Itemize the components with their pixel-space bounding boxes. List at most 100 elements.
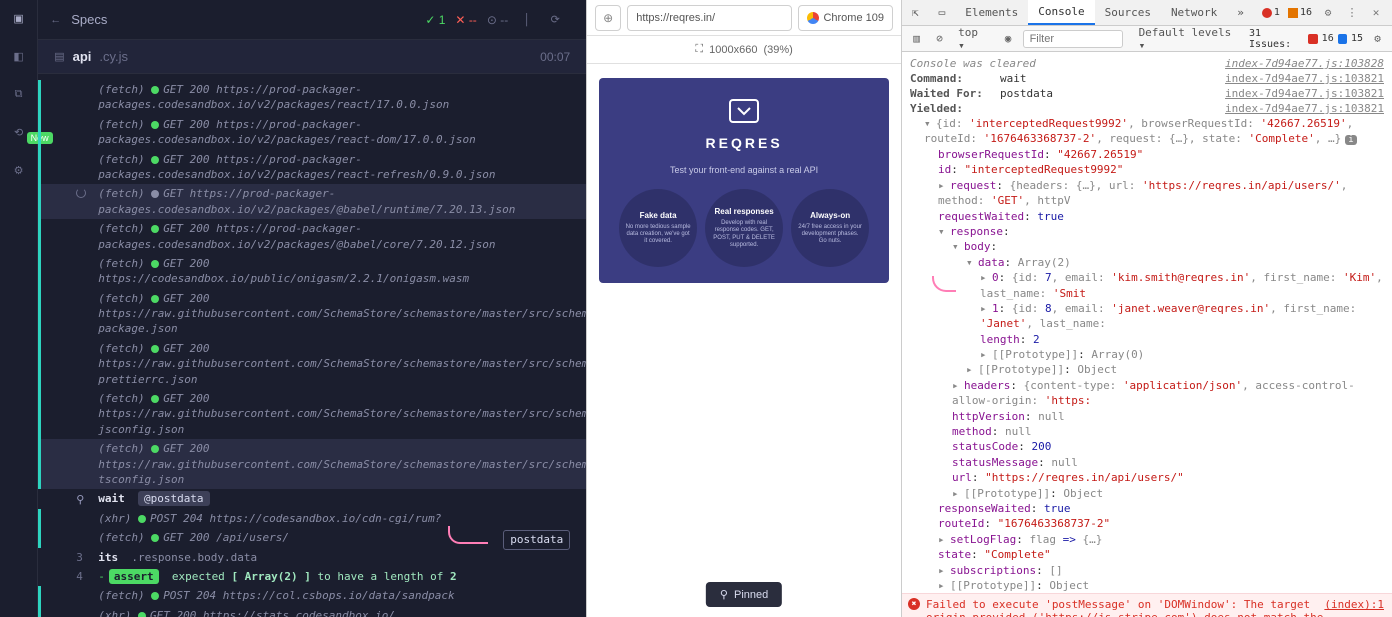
object-prop[interactable]: url: "https://reqres.in/api/users/" xyxy=(902,470,1392,485)
selector-playground-icon[interactable]: ⊕ xyxy=(595,5,621,31)
sidebar-toggle-icon[interactable]: ▥ xyxy=(908,32,925,45)
object-prop[interactable]: ▸[[Prototype]]: Object xyxy=(902,362,1392,377)
pin-icon: ⚲ xyxy=(720,588,728,601)
object-prop[interactable]: statusCode: 200 xyxy=(902,439,1392,454)
array-item[interactable]: ▸1: {id: 8, email: 'janet.weaver@reqres.… xyxy=(902,301,1392,332)
log-line[interactable]: (fetch) GET 200 https://raw.githubuserco… xyxy=(38,339,586,389)
browser-chip[interactable]: Chrome 109 xyxy=(798,5,893,31)
log-line[interactable]: (fetch) GET 200 https://prod-packager-pa… xyxy=(38,115,586,150)
clear-console-icon[interactable]: ⊘ xyxy=(931,32,948,45)
back-icon[interactable]: ← xyxy=(50,14,61,26)
tab-network[interactable]: Network xyxy=(1161,0,1227,25)
log-line[interactable]: (fetch) GET 200 https://raw.githubuserco… xyxy=(38,439,586,489)
object-prop[interactable]: ▸headers: {content-type: 'application/js… xyxy=(902,378,1392,409)
log-line[interactable]: (fetch) GET 200 https://prod-packager-pa… xyxy=(38,150,586,185)
log-line[interactable]: (fetch) GET 200 /api/users/ postdata xyxy=(38,528,586,547)
activity-settings-icon[interactable]: ⚙ xyxy=(9,160,29,180)
object-prop[interactable]: httpVersion: null xyxy=(902,409,1392,424)
viewport-scale: (39%) xyxy=(763,44,792,56)
object-prop[interactable]: responseWaited: true xyxy=(902,501,1392,516)
log-line[interactable]: (xhr) POST 204 https://codesandbox.io/cd… xyxy=(38,509,586,528)
levels-select[interactable]: Default levels ▾ xyxy=(1135,26,1243,52)
tab-console[interactable]: Console xyxy=(1028,0,1094,25)
log-line[interactable]: (xhr) GET 200 https://stats.codesandbox.… xyxy=(38,606,586,617)
object-prop[interactable]: id: "interceptedRequest9992" xyxy=(902,162,1392,177)
file-ext: .cy.js xyxy=(99,49,128,64)
source-link[interactable]: index-7d94ae77.js:103821 xyxy=(1225,102,1384,115)
filter-input[interactable] xyxy=(1023,30,1123,48)
object-prop[interactable]: browserRequestId: "42667.26519" xyxy=(902,147,1392,162)
object-prop[interactable]: length: 2 xyxy=(902,332,1392,347)
runner-header: ← Specs ✓ 1 ✕ -- ⊙ -- │ ⟳ xyxy=(38,0,586,40)
hero-circle: Fake dataNo more tedious sample data cre… xyxy=(619,189,697,267)
device-icon[interactable]: ▭ xyxy=(929,0,956,25)
console-line: Command:waitindex-7d94ae77.js:103821 xyxy=(902,71,1392,86)
warn-badge[interactable]: 16 xyxy=(1288,7,1312,18)
wait-command[interactable]: ⚲wait @postdata xyxy=(38,489,586,508)
url-input[interactable]: https://reqres.in/ xyxy=(627,5,792,31)
object-prop[interactable]: ▾body: xyxy=(902,239,1392,254)
log-line[interactable]: (fetch) GET 200 https://codesandbox.io/p… xyxy=(38,254,586,289)
file-name: api xyxy=(73,49,92,64)
activity-runs-icon[interactable]: ⧉ xyxy=(9,84,29,104)
array-item[interactable]: ▸0: {id: 7, email: 'kim.smith@reqres.in'… xyxy=(902,270,1392,301)
log-line[interactable]: (fetch) GET 200 https://raw.githubuserco… xyxy=(38,389,586,439)
object-prop[interactable]: ▸[[Prototype]]: Array(0) xyxy=(902,347,1392,362)
object-prop[interactable]: ▸[[Prototype]]: Object xyxy=(902,578,1392,593)
activity-logo-icon[interactable]: ▣ xyxy=(9,8,29,28)
more-icon[interactable]: ⋮ xyxy=(1344,6,1360,19)
source-link[interactable]: index-7d94ae77.js:103821 xyxy=(1225,72,1384,85)
viewport-size: 1000x660 xyxy=(709,44,757,56)
object-prop[interactable]: method: null xyxy=(902,424,1392,439)
context-select[interactable]: top ▾ xyxy=(954,26,993,52)
reqres-logo-icon xyxy=(724,96,764,126)
site-name: REQRES xyxy=(609,135,879,151)
object-prop[interactable]: ▾data: Array(2) xyxy=(902,255,1392,270)
tabs-overflow-icon[interactable]: » xyxy=(1227,0,1254,25)
object-prop[interactable]: routeId: "1676463368737-2" xyxy=(902,516,1392,531)
error-badge[interactable]: 1 xyxy=(1262,7,1280,18)
object-prop[interactable]: ▾response: xyxy=(902,224,1392,239)
object-prop[interactable]: statusMessage: null xyxy=(902,455,1392,470)
object-prop[interactable]: state: "Complete" xyxy=(902,547,1392,562)
console-line: Yielded:index-7d94ae77.js:103821 xyxy=(902,101,1392,116)
command-log: (fetch) GET 200 https://prod-packager-pa… xyxy=(38,74,586,617)
tab-sources[interactable]: Sources xyxy=(1095,0,1161,25)
inspect-icon[interactable]: ⇱ xyxy=(902,0,929,25)
reload-icon[interactable]: ⟳ xyxy=(546,13,564,26)
source-link[interactable]: index-7d94ae77.js:103828 xyxy=(1225,57,1384,70)
hero-circle: Real responsesDevelop with real response… xyxy=(705,189,783,267)
object-header[interactable]: ▾{id: 'interceptedRequest9992', browserR… xyxy=(902,116,1392,147)
object-prop[interactable]: ▸request: {headers: {…}, url: 'https://r… xyxy=(902,178,1392,209)
source-link[interactable]: index-7d94ae77.js:103821 xyxy=(1225,87,1384,100)
aut-frame[interactable]: REQRES Test your front-end against a rea… xyxy=(587,64,901,617)
log-line[interactable]: (fetch) GET 200 https://prod-packager-pa… xyxy=(38,219,586,254)
object-prop[interactable]: ▸[[Prototype]]: Object xyxy=(902,486,1392,501)
issues-chip[interactable]: 31 Issues: 16 15 xyxy=(1249,28,1363,50)
object-prop[interactable]: requestWaited: true xyxy=(902,209,1392,224)
log-line[interactable]: (fetch) GET 200 https://prod-packager-pa… xyxy=(38,80,586,115)
activity-debug-icon[interactable]: ⟲ New xyxy=(9,122,29,142)
file-row[interactable]: ▤ api .cy.js 00:07 xyxy=(38,40,586,74)
activity-explorer-icon[interactable]: ◧ xyxy=(9,46,29,66)
assert-command[interactable]: 4-assert expected [ Array(2) ] to have a… xyxy=(38,567,586,586)
error-source-link[interactable]: (index):1 xyxy=(1324,598,1384,611)
info-badge-icon[interactable]: i xyxy=(1345,135,1356,145)
object-prop[interactable]: ▸setLogFlag: flag => {…} xyxy=(902,532,1392,547)
close-icon[interactable]: ✕ xyxy=(1368,6,1384,19)
live-expression-icon[interactable]: ◉ xyxy=(1000,32,1017,45)
console-settings-icon[interactable]: ⚙ xyxy=(1369,32,1386,45)
log-line[interactable]: (fetch) GET 200 https://raw.githubuserco… xyxy=(38,289,586,339)
console-line: Waited For:postdataindex-7d94ae77.js:103… xyxy=(902,86,1392,101)
site-tagline: Test your front-end against a real API xyxy=(609,165,879,175)
pinned-toast[interactable]: ⚲ Pinned xyxy=(706,582,782,607)
its-command[interactable]: 3its .response.body.data xyxy=(38,548,586,567)
file-time: 00:07 xyxy=(540,50,570,64)
log-line[interactable]: (fetch) POST 204 https://col.csbops.io/d… xyxy=(38,586,586,605)
url-bar: ⊕ https://reqres.in/ Chrome 109 xyxy=(587,0,901,36)
console-error[interactable]: (index):1Failed to execute 'postMessage'… xyxy=(902,593,1392,617)
log-line[interactable]: (fetch) GET https://prod-packager-packag… xyxy=(38,184,586,219)
tab-elements[interactable]: Elements xyxy=(955,0,1028,25)
settings-icon[interactable]: ⚙ xyxy=(1320,6,1336,19)
object-prop[interactable]: ▸subscriptions: [] xyxy=(902,563,1392,578)
